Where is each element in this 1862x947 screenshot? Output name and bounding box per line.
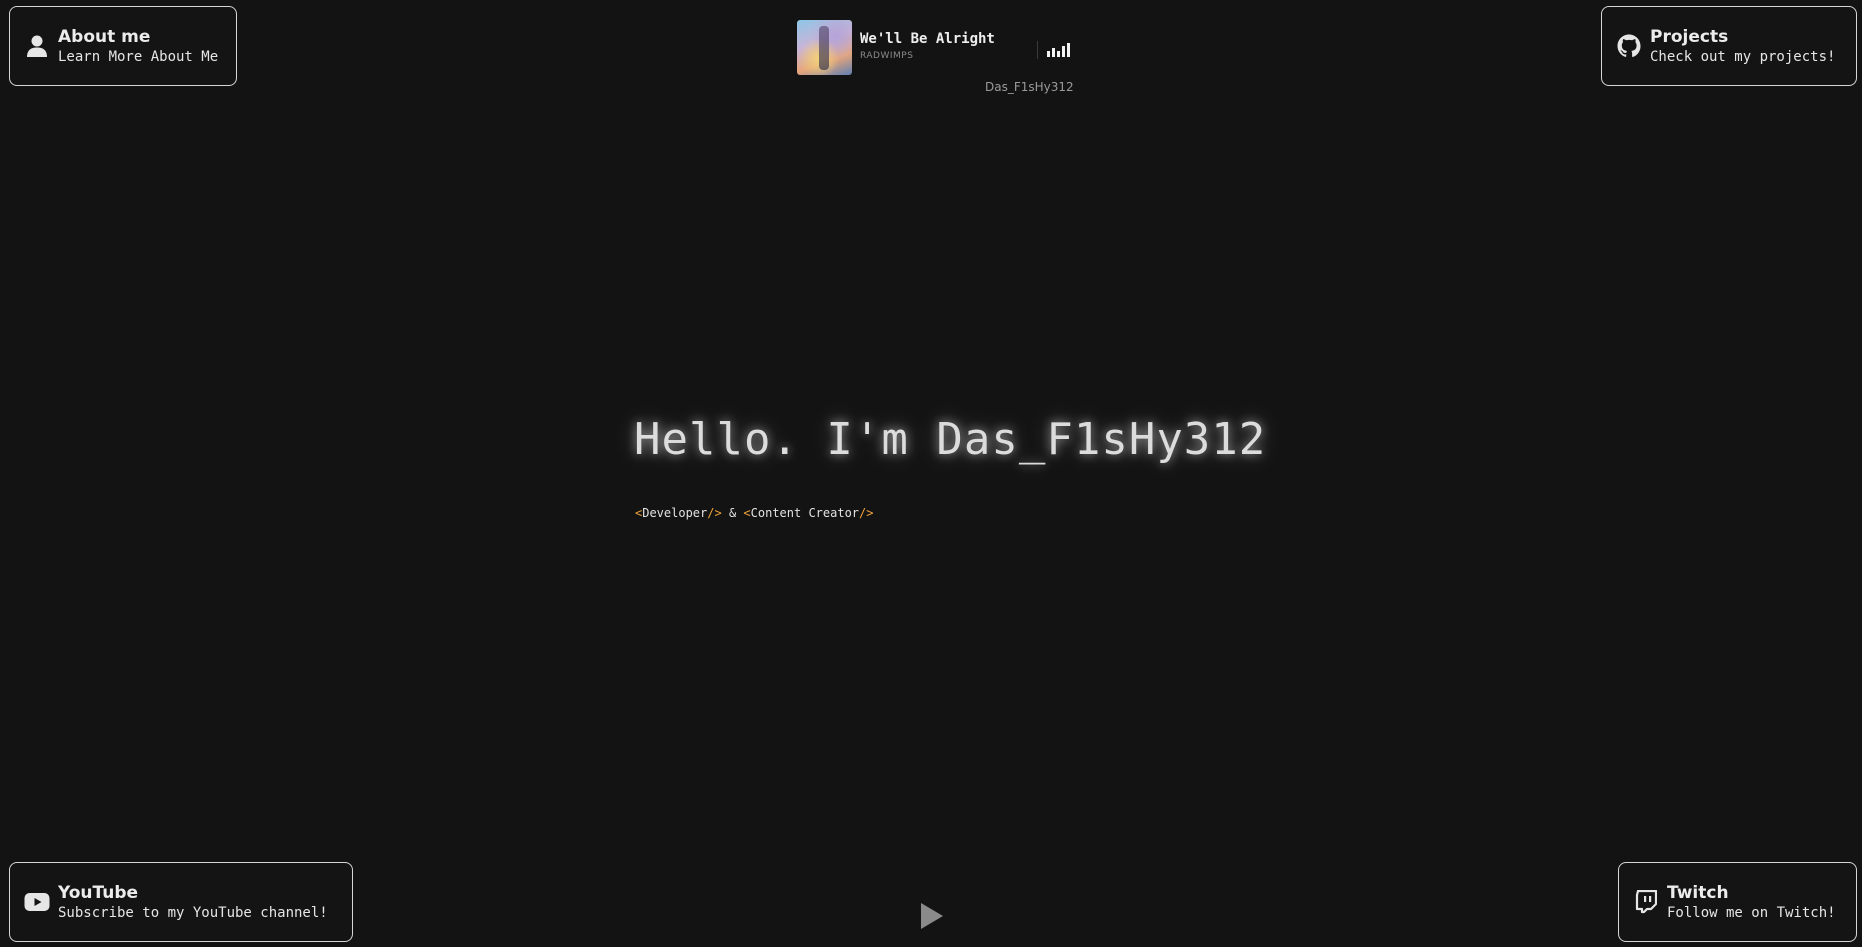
tag-close: /> bbox=[859, 506, 874, 520]
twitch-title: Twitch bbox=[1667, 883, 1729, 903]
role-content-creator: Content Creator bbox=[750, 506, 860, 520]
now-playing-widget[interactable]: We'll Be Alright RADWIMPS Das_F1sHy312 bbox=[797, 19, 1074, 99]
youtube-card[interactable]: YouTube Subscribe to my YouTube channel! bbox=[9, 862, 353, 942]
twitch-icon bbox=[1633, 889, 1659, 915]
projects-subtitle: Check out my projects! bbox=[1650, 49, 1836, 65]
projects-card[interactable]: Projects Check out my projects! bbox=[1601, 6, 1857, 86]
youtube-subtitle: Subscribe to my YouTube channel! bbox=[58, 905, 328, 921]
tag-open: < bbox=[743, 506, 751, 520]
play-icon[interactable] bbox=[921, 903, 943, 929]
tag-close: /> bbox=[707, 506, 722, 520]
github-icon bbox=[1616, 33, 1642, 59]
equalizer-icon bbox=[1047, 43, 1070, 57]
role-developer: Developer bbox=[642, 506, 708, 520]
user-icon bbox=[24, 33, 50, 59]
song-artist: RADWIMPS bbox=[860, 51, 914, 61]
projects-title: Projects bbox=[1650, 27, 1729, 47]
song-title: We'll Be Alright bbox=[860, 31, 995, 47]
now-playing-username: Das_F1sHy312 bbox=[985, 80, 1074, 94]
about-me-title: About me bbox=[58, 27, 151, 47]
twitch-subtitle: Follow me on Twitch! bbox=[1667, 905, 1836, 921]
hero-subtitle: <Developer/> & <Content Creator/> bbox=[635, 506, 873, 520]
youtube-title: YouTube bbox=[58, 883, 139, 903]
youtube-icon bbox=[24, 889, 50, 915]
hero-greeting: Hello. I'm Das_F1sHy312 bbox=[634, 414, 1267, 465]
about-me-subtitle: Learn More About Me bbox=[58, 49, 219, 65]
now-playing-divider bbox=[1037, 41, 1038, 59]
role-separator: & bbox=[728, 506, 737, 520]
about-me-card[interactable]: About me Learn More About Me bbox=[9, 6, 237, 86]
album-cover bbox=[797, 20, 852, 75]
twitch-card[interactable]: Twitch Follow me on Twitch! bbox=[1618, 862, 1857, 942]
